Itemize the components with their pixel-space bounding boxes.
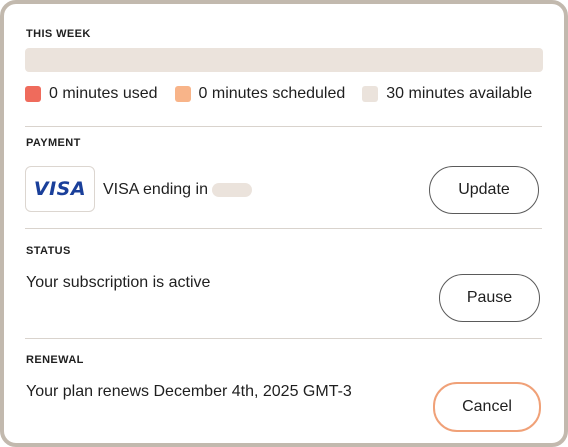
- divider-renewal: [25, 338, 542, 339]
- legend-used: 0 minutes used: [25, 85, 158, 103]
- card-description: VISA ending in: [103, 181, 252, 199]
- legend-used-label: 0 minutes used: [49, 85, 158, 102]
- legend-scheduled: 0 minutes scheduled: [174, 85, 346, 103]
- visa-card-icon: VISA: [25, 166, 95, 212]
- usage-legend: 0 minutes used 0 minutes scheduled 30 mi…: [25, 85, 532, 103]
- card-ending-label: VISA ending in: [103, 181, 208, 198]
- legend-used-swatch: [25, 86, 41, 102]
- renewal-text: Your plan renews December 4th, 2025 GMT-…: [26, 383, 352, 400]
- payment-heading: PAYMENT: [26, 137, 81, 149]
- update-button[interactable]: Update: [429, 166, 539, 214]
- legend-available-label: 30 minutes available: [386, 85, 533, 102]
- usage-progress-bar: [25, 48, 543, 72]
- legend-scheduled-swatch: [174, 86, 191, 102]
- cancel-button[interactable]: Cancel: [433, 382, 541, 432]
- divider-payment: [25, 126, 542, 127]
- legend-available: 30 minutes available: [362, 85, 532, 103]
- pause-button[interactable]: Pause: [439, 274, 540, 322]
- legend-scheduled-label: 0 minutes scheduled: [198, 85, 346, 102]
- renewal-heading: RENEWAL: [26, 354, 84, 366]
- masked-card-digits: [211, 182, 252, 197]
- status-text: Your subscription is active: [26, 274, 211, 291]
- legend-available-swatch: [362, 86, 379, 102]
- visa-logo: VISA: [33, 178, 87, 200]
- this-week-heading: THIS WEEK: [26, 28, 91, 40]
- subscription-card: THIS WEEK 0 minutes used 0 minutes sched…: [0, 0, 568, 447]
- status-heading: STATUS: [26, 245, 71, 257]
- divider-status: [25, 228, 542, 229]
